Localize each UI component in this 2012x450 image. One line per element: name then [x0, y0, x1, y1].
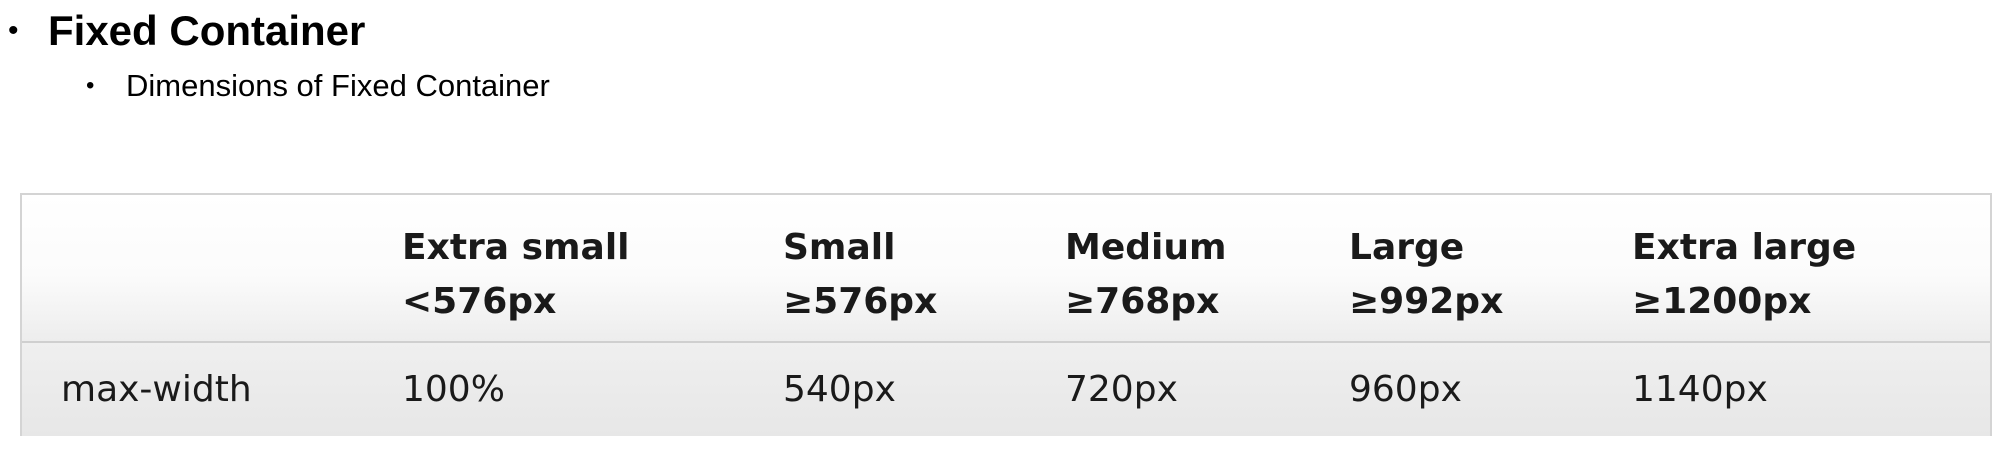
- column-header-breakpoint: <576px: [402, 281, 557, 322]
- slide-heading: Fixed Container: [48, 7, 366, 54]
- bullet-dot: •: [8, 14, 19, 47]
- table-cell: 960px: [1349, 369, 1462, 410]
- column-header-breakpoint: ≥768px: [1065, 281, 1220, 322]
- table-cell: 1140px: [1632, 369, 1768, 410]
- column-header-title: Extra large: [1632, 227, 1857, 268]
- column-header-medium: Medium ≥768px: [1065, 221, 1227, 329]
- table-row: max-width 100% 540px 720px 960px 1140px: [22, 343, 1990, 436]
- column-header-title: Extra small: [402, 227, 630, 268]
- bullet-dot: •: [86, 72, 95, 99]
- column-header-title: Small: [783, 227, 896, 268]
- column-header-breakpoint: ≥576px: [783, 281, 938, 322]
- dimensions-table: Extra small <576px Small ≥576px Medium ≥…: [20, 193, 1992, 436]
- table-cell: 540px: [783, 369, 896, 410]
- heading-bullet-item: • Fixed Container: [8, 6, 365, 56]
- table-cell: 100%: [402, 369, 505, 410]
- column-header-breakpoint: ≥992px: [1349, 281, 1504, 322]
- column-header-extra-small: Extra small <576px: [402, 221, 630, 329]
- subheading-bullet-item: • Dimensions of Fixed Container: [86, 66, 550, 106]
- table-cell: 720px: [1065, 369, 1178, 410]
- slide-subheading: Dimensions of Fixed Container: [126, 68, 550, 103]
- column-header-breakpoint: ≥1200px: [1632, 281, 1812, 322]
- column-header-large: Large ≥992px: [1349, 221, 1503, 329]
- table-header-row: Extra small <576px Small ≥576px Medium ≥…: [22, 195, 1990, 343]
- column-header-small: Small ≥576px: [783, 221, 937, 329]
- row-label: max-width: [61, 369, 252, 410]
- column-header-title: Medium: [1065, 227, 1227, 268]
- column-header-extra-large: Extra large ≥1200px: [1632, 221, 1856, 329]
- column-header-title: Large: [1349, 227, 1465, 268]
